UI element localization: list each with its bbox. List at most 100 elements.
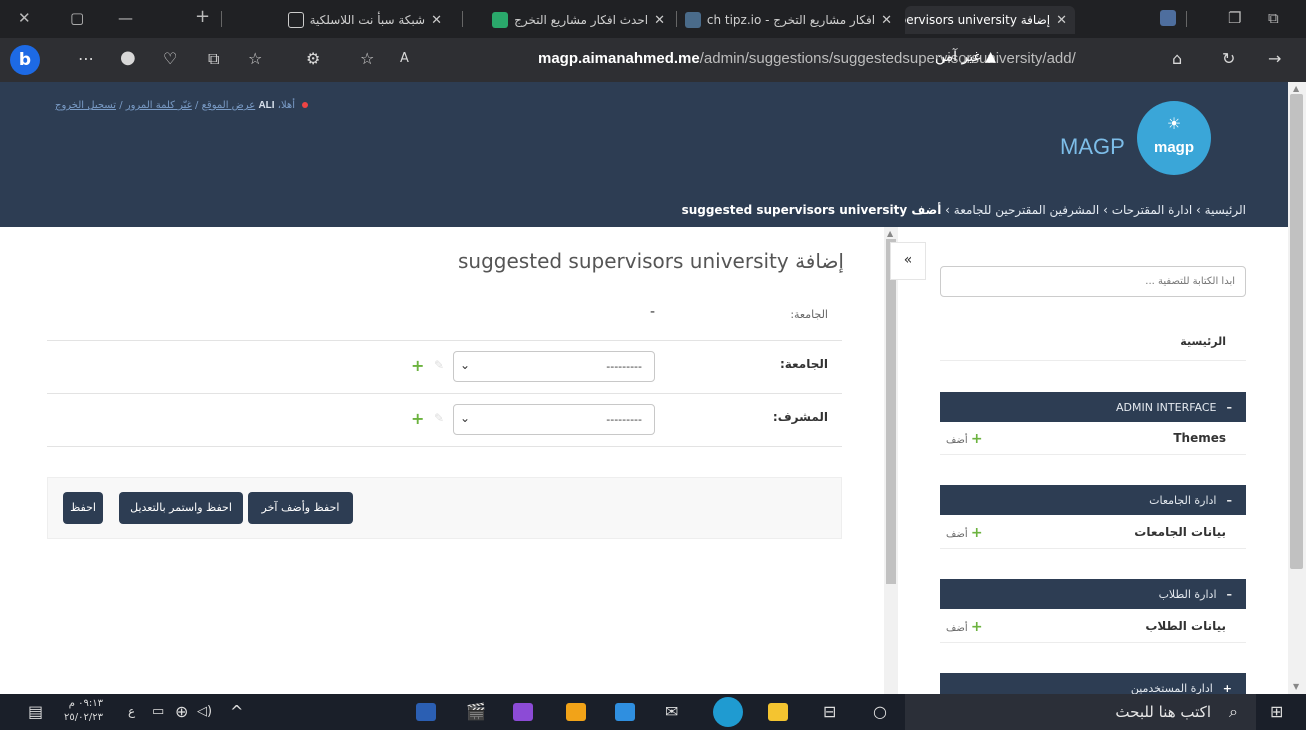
visual-studio-icon[interactable] (513, 703, 533, 721)
new-tab-icon[interactable]: + (195, 6, 210, 27)
search-icon: ⌕ (1229, 702, 1238, 721)
select-value: --------- (606, 360, 642, 373)
collapse-minus-icon[interactable]: – (1227, 401, 1233, 414)
sidebar-item-university-data[interactable]: بيانات الجامعات (1134, 525, 1226, 539)
clapper-icon[interactable]: 🎬 (466, 702, 486, 721)
user-tools: أهلا، ALI عرض الموقع / غيّر كلمة المرور … (55, 100, 309, 111)
scroll-up-icon[interactable]: ▲ (1293, 84, 1299, 93)
expand-plus-icon[interactable]: + (1223, 682, 1232, 695)
tab-title: شبكة سبأ نت اللاسلكية (309, 13, 426, 27)
input-language[interactable]: ع (128, 704, 135, 718)
mail-icon[interactable]: ✉ (665, 702, 678, 721)
breadcrumb-supervisors[interactable]: المشرفين المقترحين للجامعة (954, 203, 1099, 217)
show-hidden-icons-chevron-up-icon[interactable]: ^ (230, 702, 243, 721)
edit-pencil-icon[interactable]: ✎ (434, 358, 444, 372)
file-explorer-icon[interactable] (768, 703, 788, 721)
logo-text: magp (1153, 139, 1194, 156)
lightbulb-icon: ☀ (1166, 114, 1182, 133)
tab-tipz[interactable]: ✕ افكار مشاريع التخرج - ch tipz.io (680, 6, 900, 34)
add-theme-link[interactable]: + أضف (946, 431, 983, 447)
module-title: ADMIN INTERFACE (1115, 400, 1217, 414)
collections-icon[interactable]: ⧉ (208, 49, 219, 69)
supervisor-select[interactable]: --------- ⌄ (453, 404, 655, 435)
cortana-icon[interactable]: ○ (873, 702, 887, 721)
notifications-icon[interactable]: ▤ (28, 702, 43, 721)
sidebar-filter-field[interactable] (940, 266, 1246, 297)
edge-icon[interactable] (713, 697, 743, 727)
workspaces-icon[interactable]: ⧉ (1268, 9, 1279, 27)
brand-name[interactable]: MAGP (1060, 134, 1125, 160)
add-supervisor-icon[interactable]: + (411, 409, 424, 428)
username: ALI (258, 100, 275, 111)
module-universities[interactable]: – ادارة الجامعات (940, 485, 1246, 515)
tab-magp-add[interactable]: ✕ إضافة MAGP | suggested supervisors uni… (905, 6, 1075, 34)
scroll-thumb[interactable] (1290, 94, 1303, 569)
save-continue-button[interactable]: احفظ واستمر بالتعديل (119, 492, 243, 524)
refresh-icon[interactable]: ↻ (1222, 49, 1235, 68)
university-select[interactable]: --------- ⌄ (453, 351, 655, 382)
task-view-icon[interactable]: ⊟ (823, 702, 836, 721)
extension-icon[interactable] (1160, 10, 1176, 26)
add-student-link[interactable]: + أضف (946, 619, 983, 635)
add-favorite-icon[interactable]: ☆ (360, 49, 374, 68)
battery-icon[interactable]: ▭ (152, 704, 164, 719)
sidebar-item-student-data[interactable]: بيانات الطلاب (1145, 619, 1226, 633)
close-tab-icon[interactable]: ✕ (431, 13, 442, 28)
add-university-icon[interactable]: + (411, 356, 424, 375)
tab-saba-net[interactable]: ✕ شبكة سبأ نت اللاسلكية (230, 6, 450, 34)
profile-icon[interactable]: ● (120, 47, 136, 68)
sidebar-toggle-button[interactable]: « (890, 242, 926, 280)
tab-actions-icon[interactable]: ❐ (1228, 9, 1241, 27)
logout-link[interactable]: تسجيل الخروج (55, 100, 116, 111)
restore-window-icon[interactable]: ▢ (70, 9, 84, 27)
view-site-link[interactable]: عرض الموقع (202, 100, 256, 111)
windows-taskbar: ▤ ٠٩:١٣ م ٢٥/٠٢/٢٣ ع ▭ ⊕ ◁) ^ 🎬 ✉ ⊟ ○ ⌕ … (0, 694, 1306, 730)
favorites-icon[interactable]: ☆ (248, 49, 262, 68)
taskbar-search[interactable]: ⌕ اكتب هنا للبحث (905, 694, 1256, 730)
page-scrollbar[interactable]: ▲ ▼ (1288, 82, 1306, 694)
forward-icon[interactable]: → (1268, 49, 1281, 68)
close-tab-icon[interactable]: ✕ (881, 13, 892, 28)
module-users[interactable]: + ادارة المستخدمين (940, 673, 1246, 694)
close-tab-icon[interactable]: ✕ (654, 13, 665, 28)
home-icon[interactable]: ⌂ (1172, 49, 1182, 68)
more-menu-icon[interactable]: ⋯ (78, 49, 94, 68)
module-admin-interface[interactable]: – ADMIN INTERFACE (940, 392, 1246, 422)
collapse-minus-icon[interactable]: – (1227, 494, 1233, 507)
scroll-thumb[interactable] (886, 239, 896, 584)
magp-logo[interactable]: ☀ magp (1137, 101, 1211, 175)
plus-icon: + (970, 619, 983, 635)
vscode-icon[interactable] (615, 703, 635, 721)
sidebar-home-link[interactable]: الرئيسية (1180, 335, 1226, 348)
add-university-link[interactable]: + أضف (946, 525, 983, 541)
close-tab-icon[interactable]: ✕ (1056, 13, 1067, 28)
scroll-down-icon[interactable]: ▼ (1293, 682, 1299, 691)
bing-chat-icon[interactable]: b (10, 45, 40, 75)
clock[interactable]: ٠٩:١٣ م ٢٥/٠٢/٢٣ (64, 697, 103, 725)
word-icon[interactable] (416, 703, 436, 721)
security-indicator[interactable]: ▲ غير آمن (935, 49, 996, 65)
extensions-icon[interactable]: ⚙ (306, 49, 320, 68)
volume-icon[interactable]: ◁) (197, 704, 212, 719)
windows-start-icon[interactable]: ⊞ (1270, 702, 1283, 721)
edit-pencil-icon[interactable]: ✎ (434, 411, 444, 425)
nav-filter-input[interactable] (941, 267, 1245, 296)
minimize-window-icon[interactable]: — (118, 9, 133, 27)
tab-latest-ideas[interactable]: ✕ احدث افكار مشاريع التخرج (468, 6, 673, 34)
office-icon[interactable] (566, 703, 586, 721)
content-scrollbar[interactable]: ▲ (884, 227, 898, 694)
close-window-icon[interactable]: ✕ (18, 9, 31, 27)
network-icon[interactable]: ⊕ (175, 702, 188, 721)
scroll-up-icon[interactable]: ▲ (887, 229, 893, 238)
breadcrumb-home[interactable]: الرئيسية (1205, 203, 1246, 217)
collapse-minus-icon[interactable]: – (1227, 588, 1233, 601)
module-students[interactable]: – ادارة الطلاب (940, 579, 1246, 609)
submit-row: احفظ احفظ واستمر بالتعديل احفظ وأضف آخر (47, 477, 842, 539)
sidebar-item-themes[interactable]: Themes (1173, 431, 1226, 445)
read-aloud-icon[interactable]: A (400, 51, 409, 66)
breadcrumb-suggestions[interactable]: ادارة المقترحات (1112, 203, 1193, 217)
change-password-link[interactable]: غيّر كلمة المرور (126, 100, 192, 111)
save-button[interactable]: احفظ (63, 492, 103, 524)
performance-icon[interactable]: ♡ (163, 49, 177, 68)
save-add-another-button[interactable]: احفظ وأضف آخر (248, 492, 353, 524)
